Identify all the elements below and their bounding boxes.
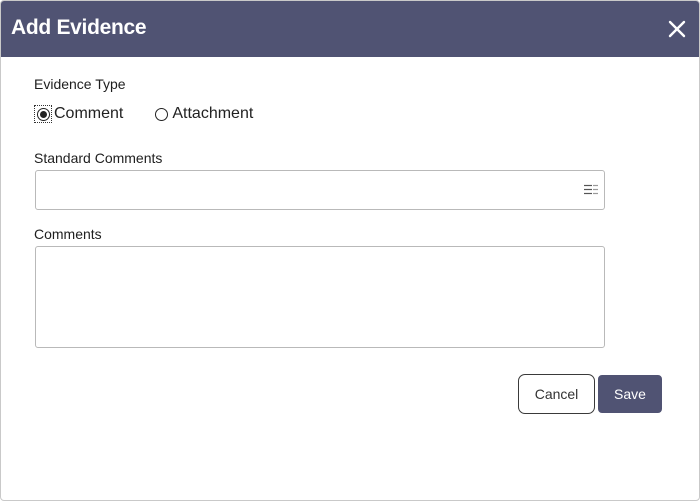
radio-button-unchecked[interactable] <box>155 107 169 121</box>
radio-button-checked[interactable] <box>36 107 50 121</box>
list-icon[interactable] <box>584 184 598 196</box>
dialog-header: Add Evidence <box>1 1 699 57</box>
radio-focus-ring <box>34 105 52 123</box>
comments-label: Comments <box>34 226 102 242</box>
comments-textarea[interactable] <box>35 246 605 348</box>
add-evidence-dialog: Add Evidence Evidence Type Comment Attac… <box>0 0 700 501</box>
standard-comments-input[interactable] <box>35 170 605 210</box>
radio-dot <box>39 110 47 118</box>
radio-comment-label[interactable]: Comment <box>54 105 123 123</box>
radio-attachment-label[interactable]: Attachment <box>172 105 253 123</box>
evidence-type-radio-group: Comment Attachment <box>34 104 253 124</box>
standard-comments-label: Standard Comments <box>34 150 163 166</box>
radio-comment[interactable]: Comment <box>34 105 123 123</box>
close-icon <box>668 20 686 38</box>
dialog-title: Add Evidence <box>11 16 147 39</box>
cancel-button[interactable]: Cancel <box>518 374 595 414</box>
save-button[interactable]: Save <box>598 375 662 413</box>
close-button[interactable] <box>665 17 689 41</box>
evidence-type-label: Evidence Type <box>34 76 126 92</box>
radio-attachment[interactable]: Attachment <box>155 105 253 123</box>
